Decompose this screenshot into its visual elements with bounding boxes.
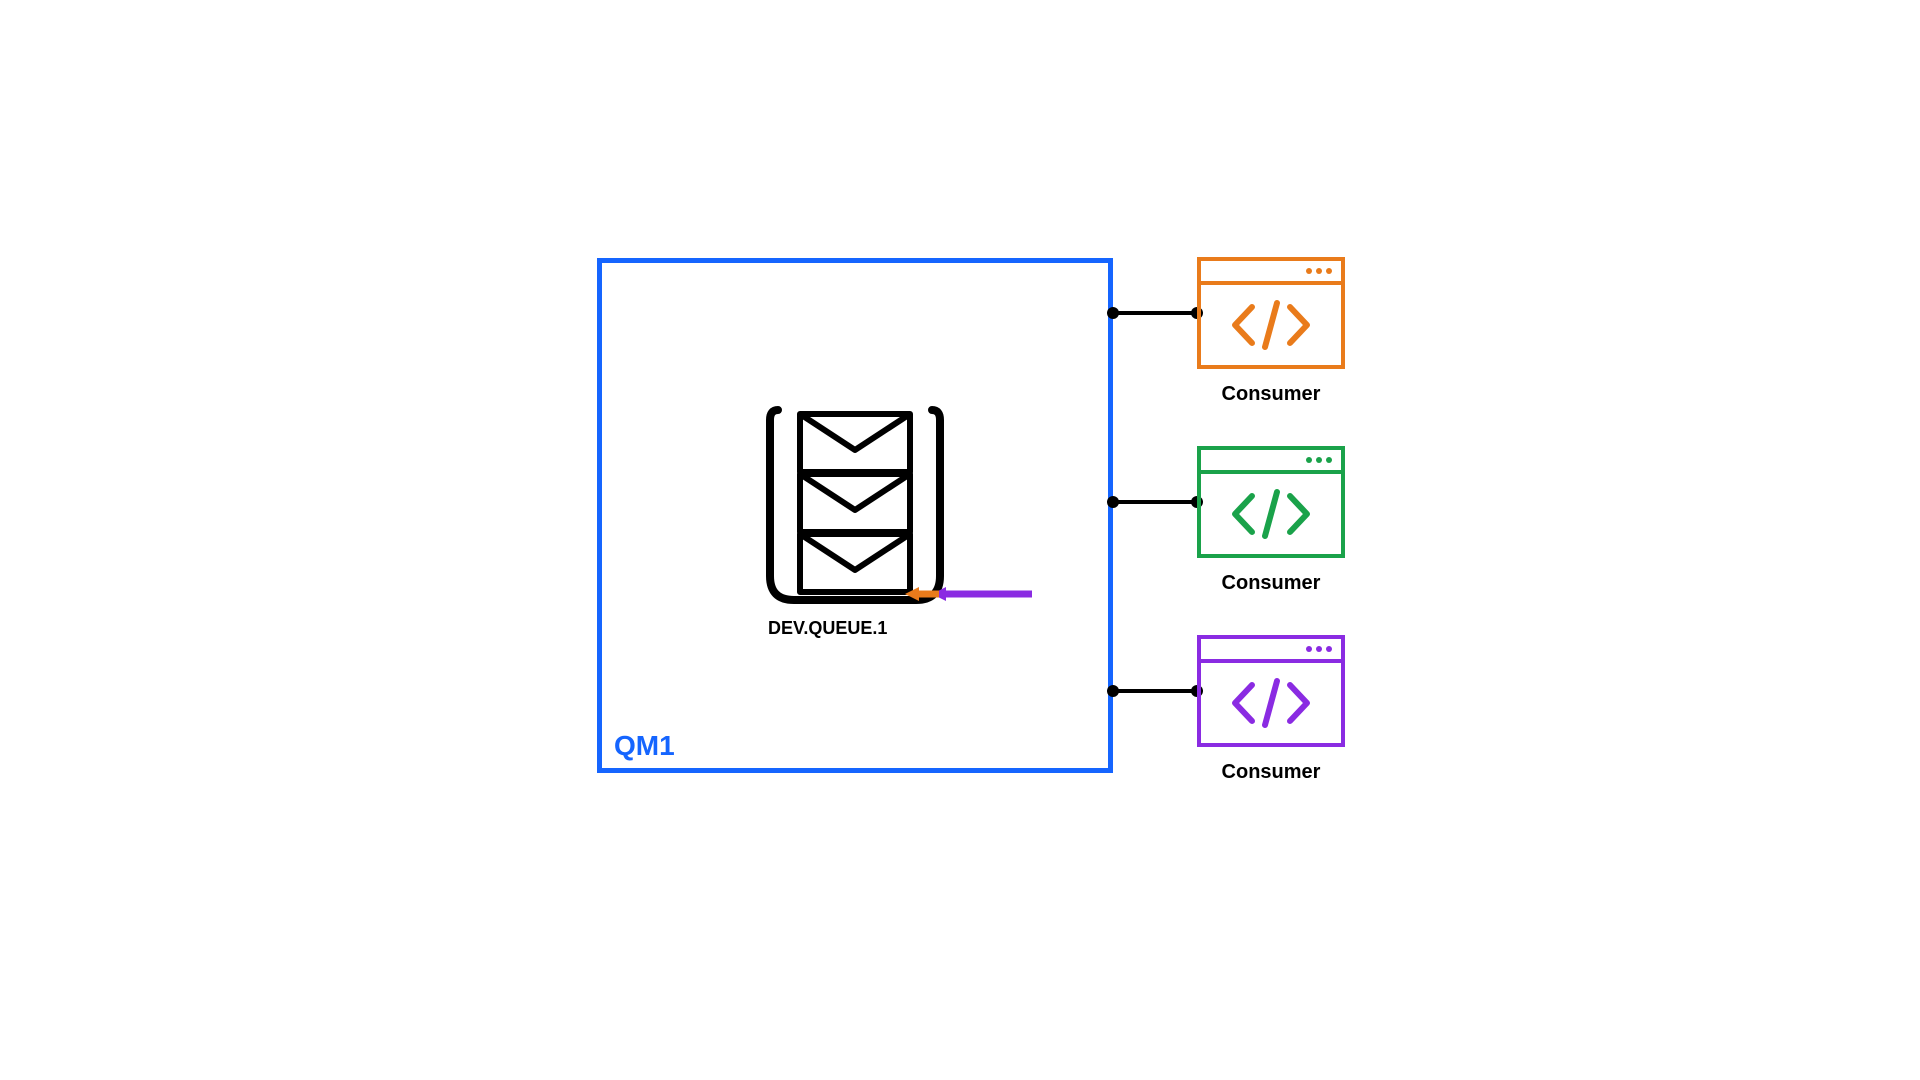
arrow-orange [905, 587, 939, 601]
diagram-canvas: QM1 DEV.QUEUE.1 [0, 0, 1920, 1080]
consumer-label-green: Consumer [1197, 572, 1345, 595]
consumer-app-green [1197, 446, 1345, 558]
consumer-app-purple [1197, 635, 1345, 747]
consumer-label-orange: Consumer [1197, 383, 1345, 406]
queue-manager-label: QM1 [614, 730, 675, 762]
consumer-app-orange [1197, 257, 1345, 369]
queue-name-label: DEV.QUEUE.1 [768, 618, 887, 639]
consumer-label-purple: Consumer [1197, 761, 1345, 784]
arrow-purple [932, 587, 1032, 601]
